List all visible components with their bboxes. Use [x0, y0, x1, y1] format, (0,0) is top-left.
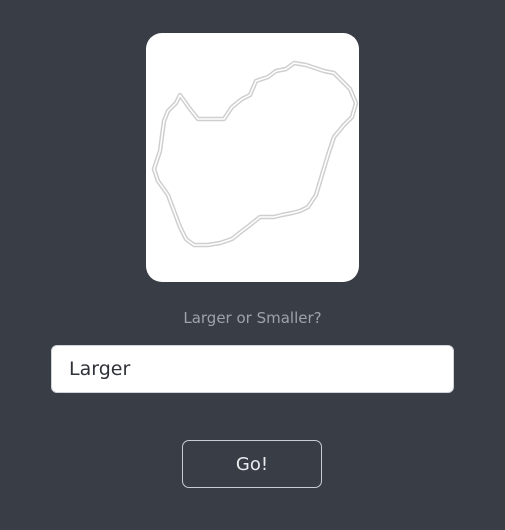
question-label: Larger or Smaller?: [183, 309, 322, 327]
answer-input[interactable]: [51, 345, 454, 393]
country-outline-icon: [151, 60, 359, 248]
go-button[interactable]: Go!: [182, 440, 322, 488]
country-outline-card: [146, 33, 359, 282]
